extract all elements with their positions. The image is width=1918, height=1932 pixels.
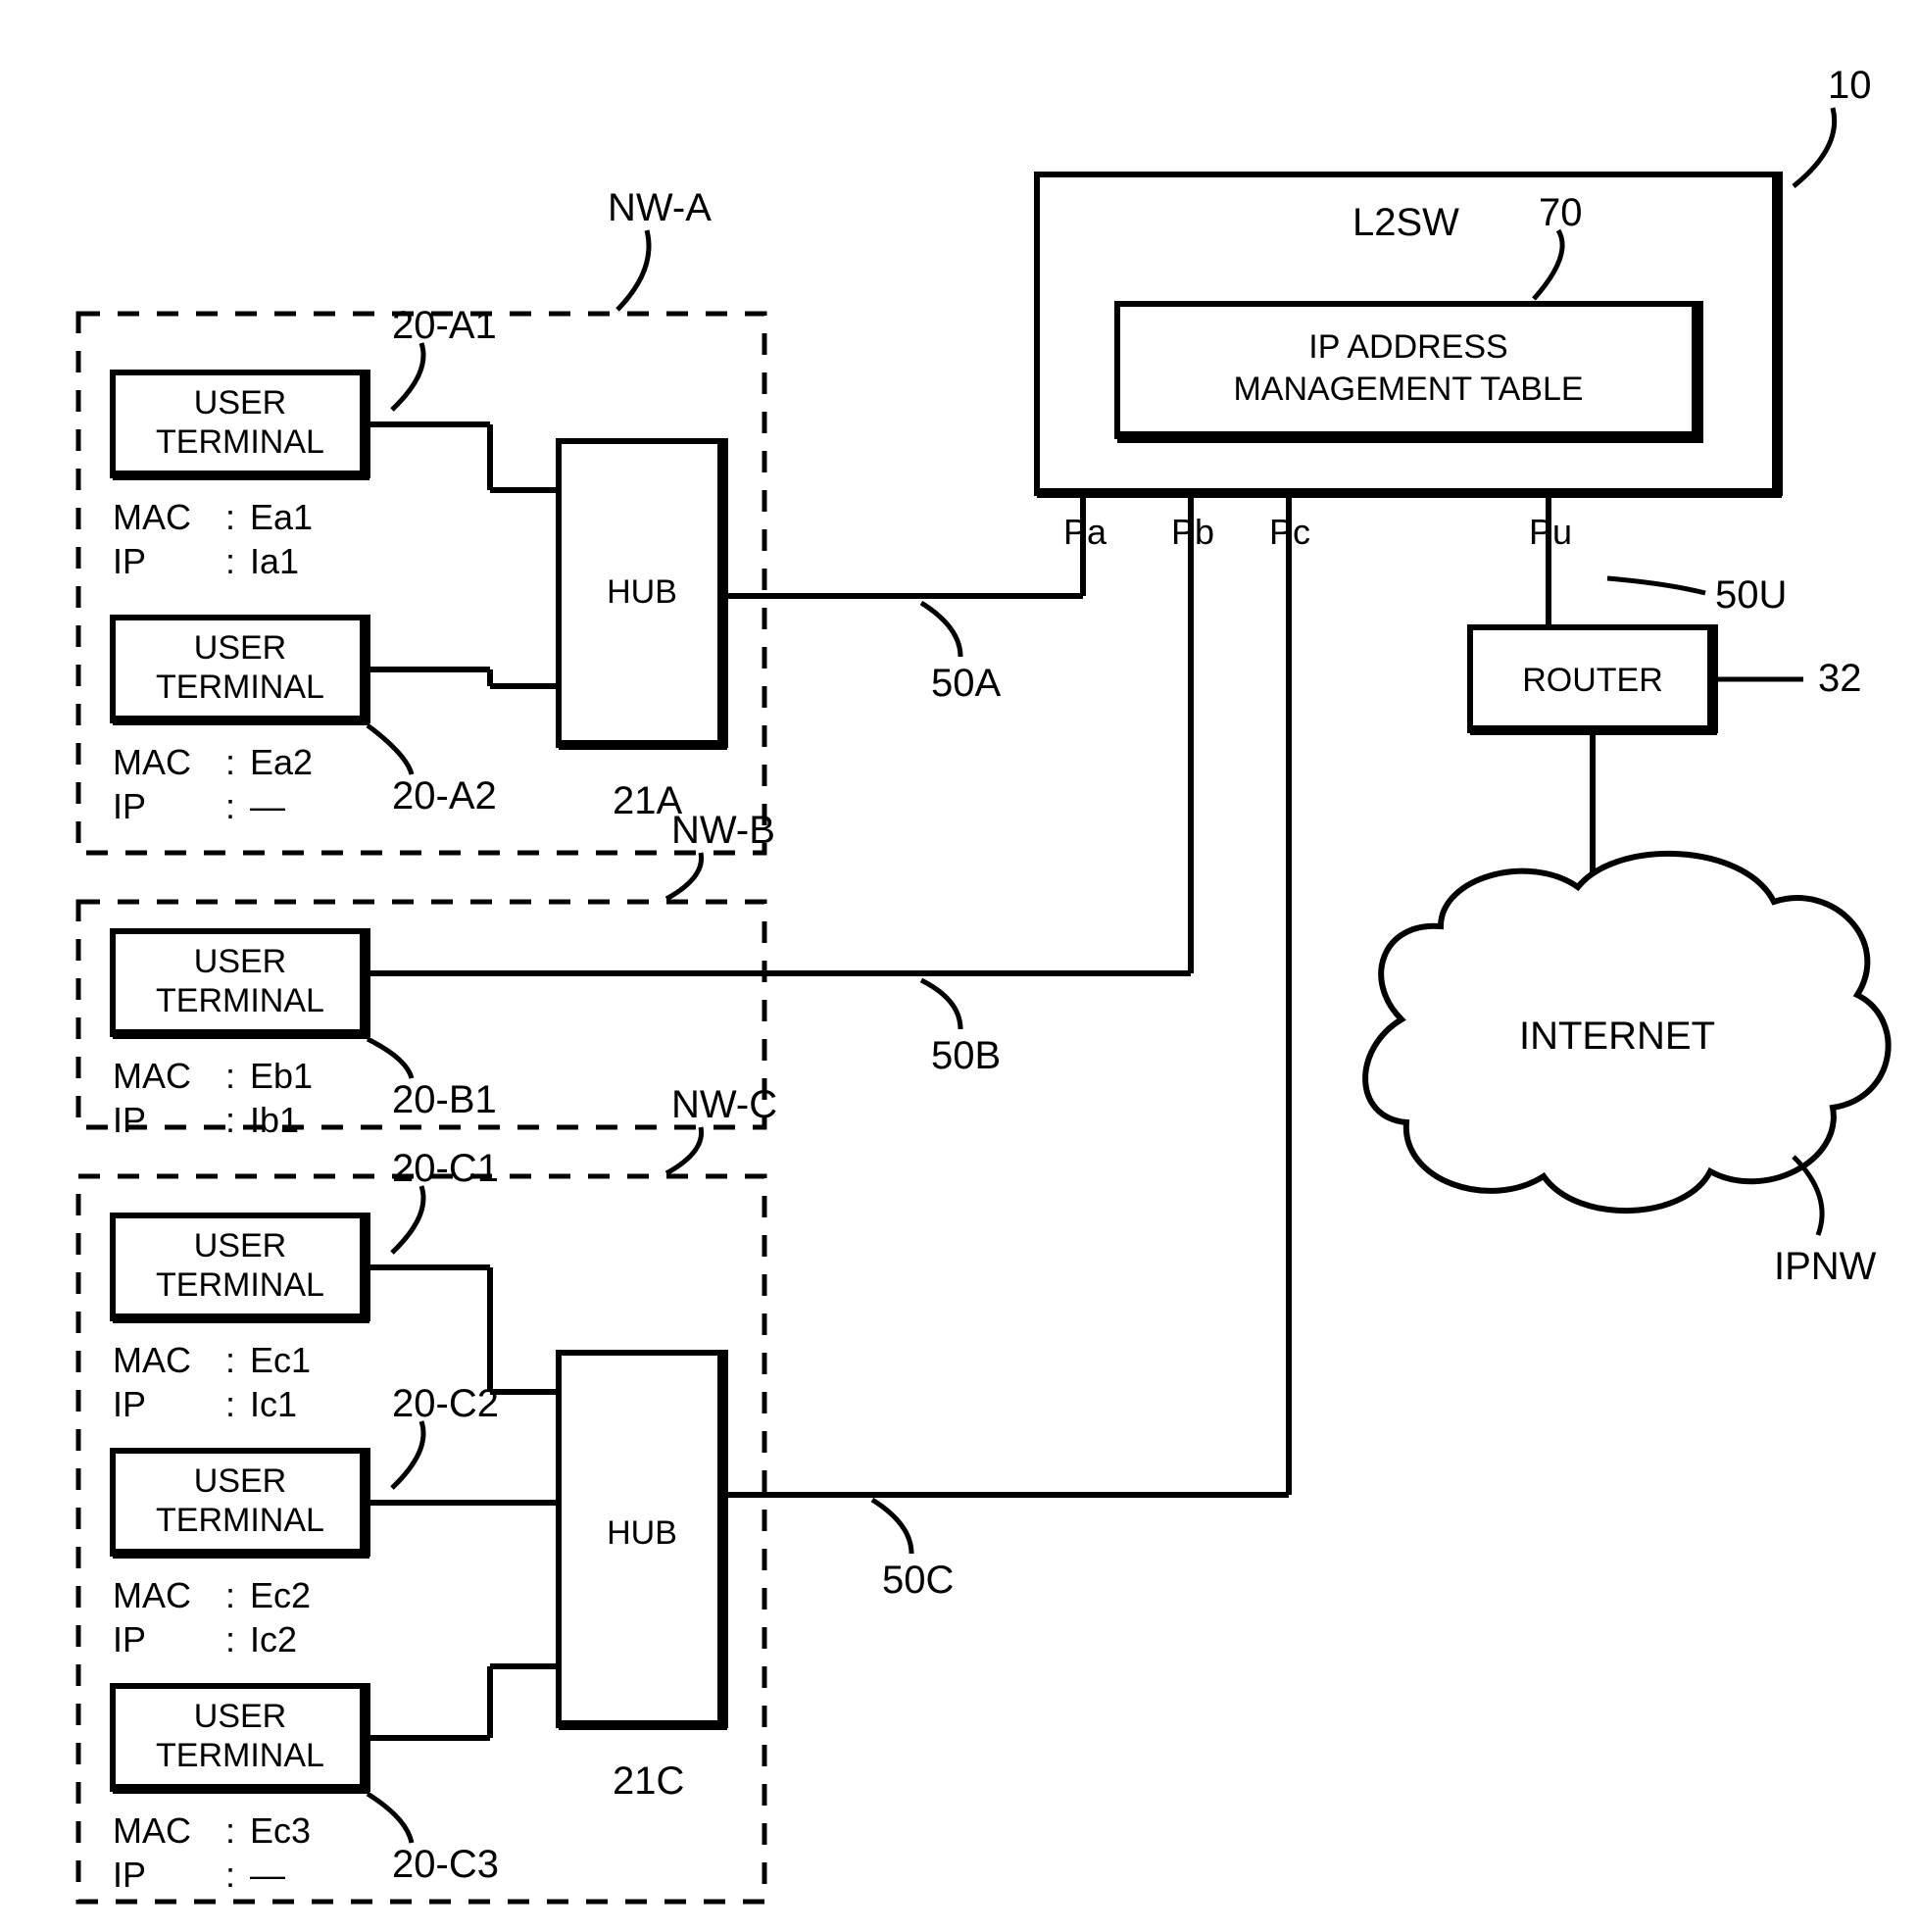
link-50u: 50U xyxy=(1715,573,1787,617)
internet-ref: IPNW xyxy=(1774,1245,1877,1288)
term-a2-l2: TERMINAL xyxy=(156,669,324,706)
term-c2-l1: USER xyxy=(194,1462,286,1500)
a2-ip: — xyxy=(250,786,285,826)
ip-table-label-1: IP ADDRESS xyxy=(1308,328,1507,366)
c3-ip-colon: : xyxy=(225,1855,235,1895)
router-box: ROUTER 32 xyxy=(1470,627,1862,735)
internet-cloud: INTERNET IPNW xyxy=(1365,854,1889,1288)
c1-ip-colon: : xyxy=(225,1384,235,1424)
c1-mac: Ec1 xyxy=(250,1340,311,1380)
c2-mac-colon: : xyxy=(225,1575,235,1615)
c1-mac-lbl: MAC xyxy=(113,1340,191,1380)
a2-ip-colon: : xyxy=(225,786,235,826)
term-c3-l1: USER xyxy=(194,1698,286,1735)
c2-mac-lbl: MAC xyxy=(113,1575,191,1615)
c1-ip: Ic1 xyxy=(250,1384,297,1424)
ip-table-ref: 70 xyxy=(1539,191,1583,234)
c3-mac: Ec3 xyxy=(250,1810,311,1851)
b1-ip: Ib1 xyxy=(250,1100,299,1140)
hub-a-label: HUB xyxy=(607,573,677,611)
term-c2-ref: 20-C2 xyxy=(392,1382,499,1425)
c2-ip-colon: : xyxy=(225,1619,235,1660)
b1-mac: Eb1 xyxy=(250,1056,313,1096)
term-b1-ref: 20-B1 xyxy=(392,1078,497,1121)
hub-c-ref: 21C xyxy=(613,1759,684,1803)
c3-ip: — xyxy=(250,1855,285,1895)
b1-mac-colon: : xyxy=(225,1056,235,1096)
internet-label: INTERNET xyxy=(1519,1015,1715,1058)
nw-a-label: NW-A xyxy=(608,186,712,229)
term-c2-l2: TERMINAL xyxy=(156,1502,324,1539)
term-c3-ref: 20-C3 xyxy=(392,1843,499,1886)
term-a1-l1: USER xyxy=(194,384,286,421)
c2-mac: Ec2 xyxy=(250,1575,311,1615)
l2sw-ref: 10 xyxy=(1828,64,1872,107)
c3-mac-colon: : xyxy=(225,1810,235,1851)
nw-c-label: NW-C xyxy=(671,1083,777,1126)
term-a1-ref: 20-A1 xyxy=(392,304,497,347)
link-50b: 50B xyxy=(931,1034,1001,1077)
a2-mac-colon: : xyxy=(225,742,235,782)
router-label: ROUTER xyxy=(1522,662,1663,699)
nw-a-group: NW-A HUB 21A USER TERMINAL 20-A1 MAC : E… xyxy=(78,186,1083,853)
a2-mac-lbl: MAC xyxy=(113,742,191,782)
term-c3-l2: TERMINAL xyxy=(156,1737,324,1774)
term-a1-l2: TERMINAL xyxy=(156,423,324,461)
ip-table-label-2: MANAGEMENT TABLE xyxy=(1233,371,1583,408)
a1-ip-colon: : xyxy=(225,541,235,581)
b1-ip-lbl: IP xyxy=(113,1100,146,1140)
c3-mac-lbl: MAC xyxy=(113,1810,191,1851)
a1-ip: Ia1 xyxy=(250,541,299,581)
term-c1-ref: 20-C1 xyxy=(392,1147,499,1190)
nw-b-label: NW-B xyxy=(671,809,775,852)
c1-mac-colon: : xyxy=(225,1340,235,1380)
b1-mac-lbl: MAC xyxy=(113,1056,191,1096)
a2-ip-lbl: IP xyxy=(113,786,146,826)
nw-b-group: NW-B USER TERMINAL 20-B1 MAC : Eb1 IP : … xyxy=(78,809,1191,1140)
term-c1-l2: TERMINAL xyxy=(156,1266,324,1304)
term-c1-l1: USER xyxy=(194,1227,286,1264)
a1-mac: Ea1 xyxy=(250,497,313,537)
c1-ip-lbl: IP xyxy=(113,1384,146,1424)
c3-ip-lbl: IP xyxy=(113,1855,146,1895)
nw-c-group: NW-C HUB 21C USER TERMINAL 20-C1 MAC : E… xyxy=(78,1083,1289,1902)
hub-c-label: HUB xyxy=(607,1514,677,1552)
link-50a: 50A xyxy=(931,662,1001,705)
term-a2-ref: 20-A2 xyxy=(392,774,497,817)
l2sw-label: L2SW xyxy=(1352,201,1459,244)
c2-ip: Ic2 xyxy=(250,1619,297,1660)
term-b1-l2: TERMINAL xyxy=(156,982,324,1019)
c2-ip-lbl: IP xyxy=(113,1619,146,1660)
a1-mac-lbl: MAC xyxy=(113,497,191,537)
a1-mac-colon: : xyxy=(225,497,235,537)
a1-ip-lbl: IP xyxy=(113,541,146,581)
b1-ip-colon: : xyxy=(225,1100,235,1140)
link-50c: 50C xyxy=(882,1559,954,1602)
router-ref: 32 xyxy=(1818,657,1862,700)
term-b1-l1: USER xyxy=(194,943,286,980)
a2-mac: Ea2 xyxy=(250,742,313,782)
term-a2-l1: USER xyxy=(194,629,286,667)
